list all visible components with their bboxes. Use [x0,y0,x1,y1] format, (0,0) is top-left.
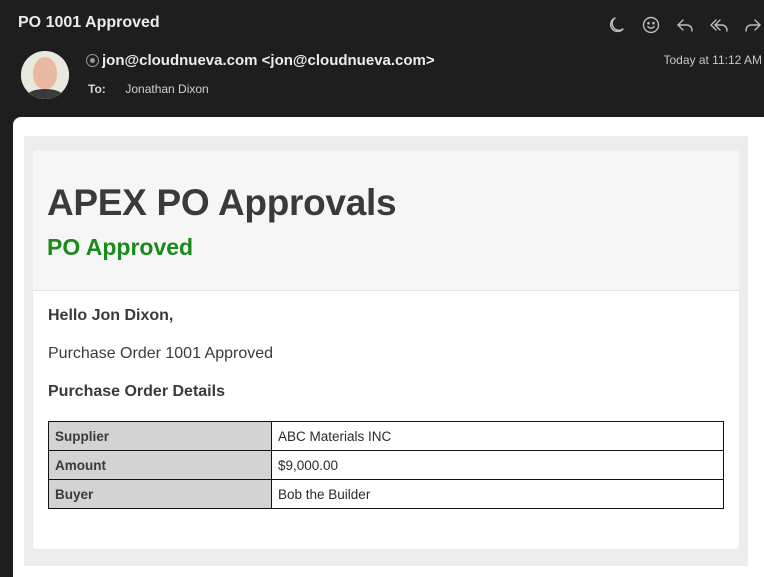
buyer-value: Bob the Builder [271,479,724,509]
to-label: To: [88,82,106,96]
email-card-body: Hello Jon Dixon, Purchase Order 1001 App… [33,291,739,509]
smiley-icon [642,16,660,34]
forward-button[interactable] [736,12,764,38]
message-timestamp: Today at 11:12 AM [663,53,762,67]
sender-status-icon [86,54,99,67]
table-row: Amount $9,000.00 [48,450,724,480]
snooze-button[interactable] [600,12,634,38]
supplier-value: ABC Materials INC [271,421,724,451]
po-details-table: Supplier ABC Materials INC Amount $9,000… [48,421,724,509]
recipient-name[interactable]: Jonathan Dixon [125,82,208,96]
buyer-label: Buyer [48,479,272,509]
reply-icon [677,19,693,32]
sender-line: jon@cloudnueva.com <jon@cloudnueva.com> [86,52,435,69]
details-heading: Purchase Order Details [48,383,225,400]
email-card: APEX PO Approvals PO Approved Hello Jon … [33,150,739,549]
table-row: Supplier ABC Materials INC [48,421,724,451]
reaction-button[interactable] [634,12,668,38]
sender-avatar[interactable] [21,51,69,99]
status-heading: PO Approved [47,234,194,260]
message-header: PO 1001 Approved jon@cloudnueva.com <jon… [0,0,764,117]
greeting: Hello Jon Dixon, [48,307,174,324]
table-row: Buyer Bob the Builder [48,479,724,509]
message-body-pane: APEX PO Approvals PO Approved Hello Jon … [13,117,764,577]
app-title: APEX PO Approvals [47,182,397,223]
reply-all-icon [710,19,728,32]
reply-all-button[interactable] [702,12,736,38]
sender-address[interactable]: jon@cloudnueva.com <jon@cloudnueva.com> [102,52,435,69]
message-subject: PO 1001 Approved [18,14,160,31]
message-text: Purchase Order 1001 Approved [48,345,274,362]
amount-label: Amount [48,450,272,480]
recipient-line: To: Jonathan Dixon [88,82,209,96]
email-wrapper: APEX PO Approvals PO Approved Hello Jon … [24,136,748,566]
email-card-header: APEX PO Approvals PO Approved [33,150,739,291]
forward-icon [745,19,761,32]
moon-icon [609,17,624,33]
reply-button[interactable] [668,12,702,38]
amount-value: $9,000.00 [271,450,724,480]
supplier-label: Supplier [48,421,272,451]
message-toolbar [600,12,764,38]
